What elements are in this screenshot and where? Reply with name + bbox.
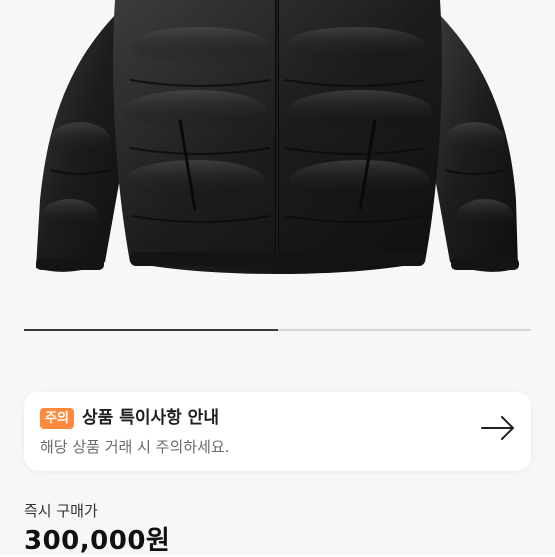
product-photo[interactable] <box>0 0 555 362</box>
arrow-right-icon[interactable] <box>481 416 515 440</box>
notice-description: 해당 상품 거래 시 주의하세요. <box>40 438 230 456</box>
product-notice-card[interactable]: 주의 상품 특이사항 안내 해당 상품 거래 시 주의하세요. <box>24 392 531 471</box>
notice-title: 상품 특이사항 안내 <box>82 408 219 428</box>
image-gallery-progress-fill <box>24 329 278 331</box>
image-gallery-progress <box>24 329 531 331</box>
instant-buy-label: 즉시 구매가 <box>24 502 98 520</box>
caution-badge: 주의 <box>40 408 74 429</box>
instant-buy-price: 300,000원 <box>24 526 171 556</box>
puffer-jacket-image <box>0 0 555 362</box>
